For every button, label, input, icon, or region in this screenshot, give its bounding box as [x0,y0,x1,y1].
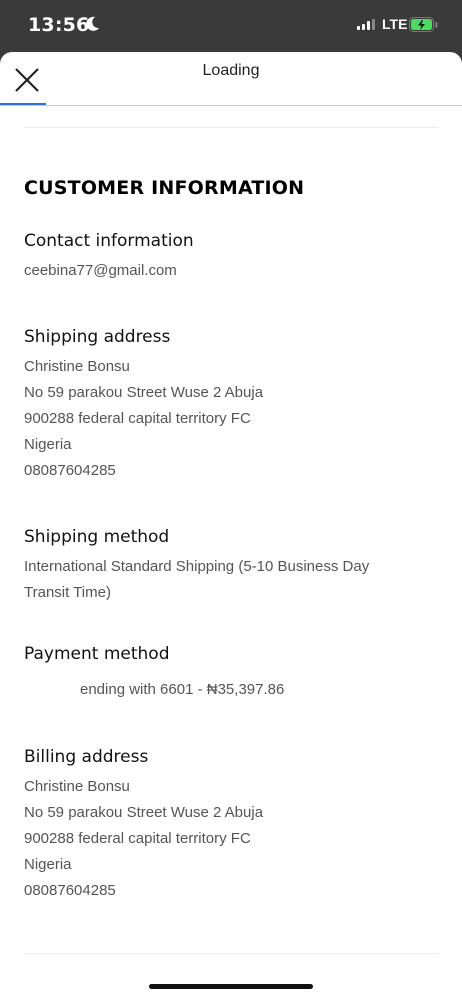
page-title: Loading [202,62,260,79]
modal-sheet: Loading CUSTOMER INFORMATION Contact inf… [0,52,462,1000]
loading-progress-bar [0,103,46,105]
sheet-header: Loading [0,52,462,106]
billing-address-label: Billing address [24,747,149,767]
section-heading: CUSTOMER INFORMATION [24,177,305,199]
shipping-method-line-2: Transit Time) [24,584,111,601]
payment-method-label: Payment method [24,644,170,664]
shipping-method-line-1: International Standard Shipping (5-10 Bu… [24,558,370,575]
battery-icon [409,17,438,32]
shipping-address-label: Shipping address [24,327,171,347]
network-type: LTE [382,16,408,32]
billing-phone: 08087604285 [24,882,116,899]
contact-label: Contact information [24,231,194,251]
status-bar: 13:56 LTE [0,0,462,52]
contact-email: ceebina77@gmail.com [24,262,177,279]
moon-icon [86,16,99,31]
billing-street: No 59 parakou Street Wuse 2 Abuja [24,804,264,821]
billing-region: 900288 federal capital territory FC [24,830,251,847]
signal-icon [357,19,375,30]
shipping-region: 900288 federal capital territory FC [24,410,251,427]
divider [24,127,438,128]
home-indicator[interactable] [149,984,313,989]
shipping-phone: 08087604285 [24,462,116,479]
billing-name: Christine Bonsu [24,778,130,795]
status-time: 13:56 [28,14,90,36]
shipping-country: Nigeria [24,436,72,453]
shipping-street: No 59 parakou Street Wuse 2 Abuja [24,384,264,401]
shipping-name: Christine Bonsu [24,358,130,375]
payment-method-detail: ending with 6601 - ₦35,397.86 [80,681,285,698]
divider [24,953,438,954]
billing-country: Nigeria [24,856,72,873]
shipping-method-label: Shipping method [24,527,170,547]
